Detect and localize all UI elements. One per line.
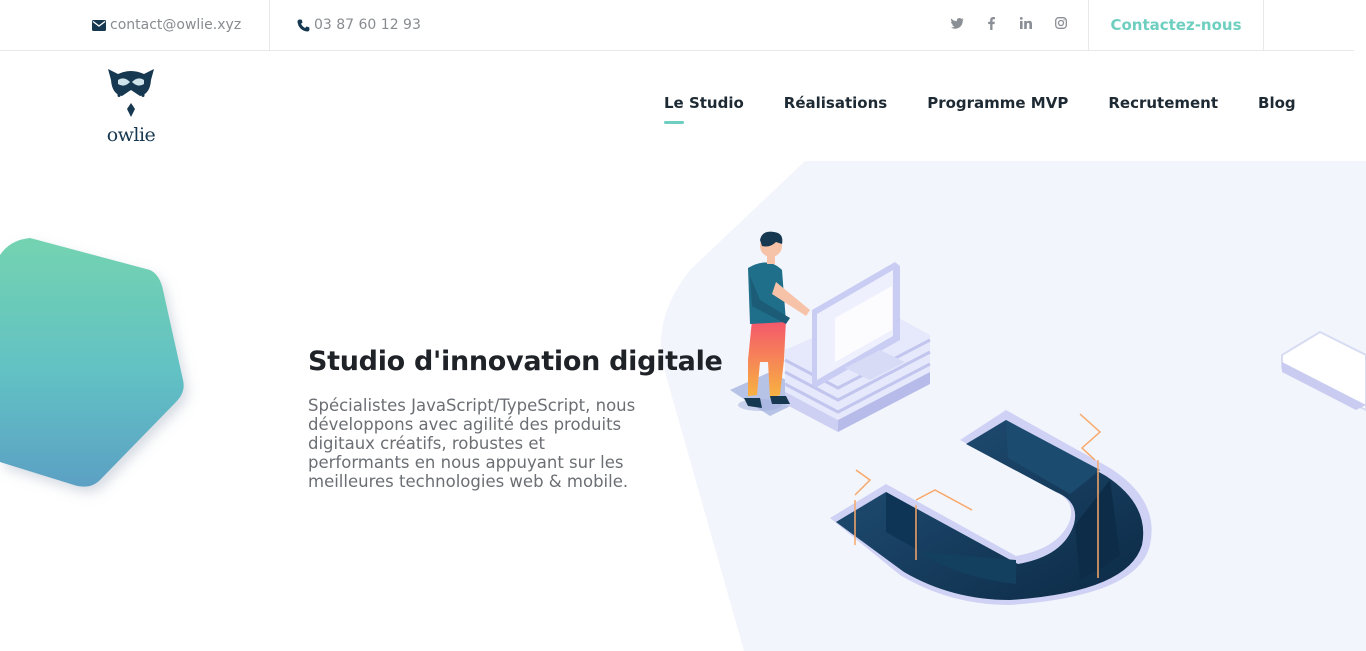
nav-programme-mvp[interactable]: Programme MVP	[927, 94, 1068, 118]
twitter-link[interactable]	[940, 0, 975, 50]
envelope-icon	[92, 19, 106, 31]
facebook-link[interactable]	[975, 0, 1010, 50]
top-bar: contact@owlie.xyz 03 87 60 12 93 Contact…	[0, 0, 1354, 51]
phone-icon	[297, 19, 310, 32]
hero-hexagon	[0, 238, 184, 487]
email-link[interactable]: contact@owlie.xyz	[92, 0, 270, 50]
twitter-icon	[950, 17, 964, 33]
main-nav: Le Studio Réalisations Programme MVP Rec…	[664, 94, 1296, 124]
instagram-icon	[1054, 17, 1067, 33]
owl-icon	[108, 69, 154, 117]
social-links	[940, 0, 1078, 50]
email-text: contact@owlie.xyz	[110, 17, 242, 33]
nav-realisations[interactable]: Réalisations	[784, 94, 887, 118]
hero-title: Studio d'innovation digitale	[308, 346, 723, 377]
nav-recrutement[interactable]: Recrutement	[1108, 94, 1218, 118]
owlie-logo[interactable]: owlie	[106, 66, 156, 150]
hero-description: Spécialistes JavaScript/TypeScript, nous…	[308, 396, 636, 491]
instagram-link[interactable]	[1044, 0, 1079, 50]
phone-text: 03 87 60 12 93	[314, 17, 421, 33]
facebook-icon	[988, 16, 996, 34]
contact-button[interactable]: Contactez-nous	[1088, 0, 1264, 50]
phone-link[interactable]: 03 87 60 12 93	[297, 0, 421, 50]
logo-text: owlie	[106, 124, 156, 146]
hero-illustration	[0, 161, 1366, 651]
nav-blog[interactable]: Blog	[1258, 94, 1296, 118]
nav-le-studio[interactable]: Le Studio	[664, 94, 744, 124]
linkedin-link[interactable]	[1009, 0, 1044, 50]
linkedin-icon	[1020, 17, 1033, 33]
